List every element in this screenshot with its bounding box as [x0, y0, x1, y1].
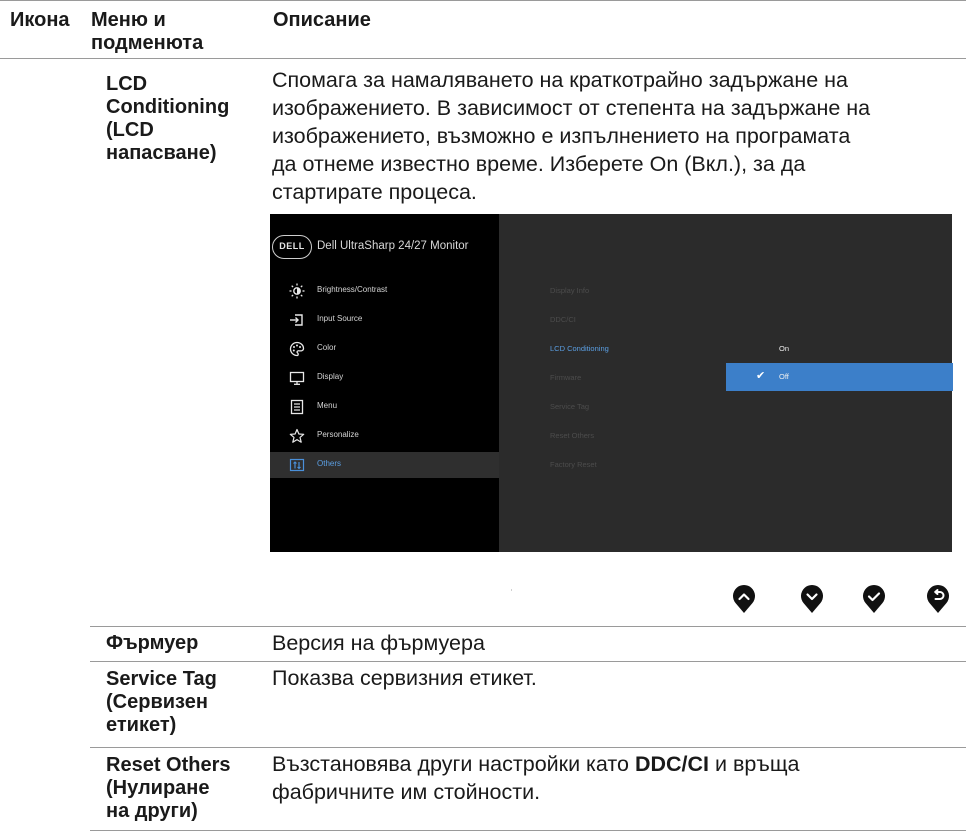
header-description: Описание	[273, 9, 371, 31]
display-monitor-icon	[289, 370, 305, 386]
osd-menu-brightness-contrast[interactable]: Brightness/Contrast	[270, 278, 499, 304]
osd-submenu-display-info[interactable]: Display Info	[550, 286, 589, 295]
osd-submenu-ddc-ci[interactable]: DDC/CI	[550, 315, 576, 324]
desc-line: изображението. В зависимост от степента …	[272, 96, 871, 120]
brightness-icon	[289, 283, 305, 299]
row-separator	[90, 830, 966, 831]
ddc-ci-term: DDC/CI	[634, 752, 710, 776]
color-palette-icon	[289, 341, 305, 357]
header-menu: Меню и подменюта	[91, 9, 204, 54]
reset-others-description: Възстановява други настройки като DDC/CI…	[272, 750, 799, 806]
others-icon	[289, 457, 305, 473]
desc-line: стартирате процеса.	[272, 180, 477, 204]
osd-option-off[interactable]: ✔ Off	[726, 363, 953, 391]
dell-logo: DELL	[272, 235, 312, 259]
firmware-description: Версия на фърмуера	[272, 631, 485, 655]
osd-submenu-firmware[interactable]: Firmware	[550, 373, 581, 382]
desc-line: Спомага за намаляването на краткотрайно …	[272, 68, 848, 92]
service-tag-name: Service Tag (Сервизен етикет)	[106, 668, 217, 737]
stray-mark	[511, 589, 512, 591]
name-line: Service Tag	[106, 668, 217, 690]
name-line: Conditioning	[106, 96, 230, 118]
check-button-icon[interactable]	[862, 584, 886, 614]
osd-option-label: On	[779, 344, 790, 353]
star-icon	[289, 428, 305, 444]
desc-line: Възстановява други настройки като DDC/CI…	[272, 750, 799, 778]
osd-menu-label: Personalize	[317, 430, 359, 439]
osd-menu-label: Brightness/Contrast	[317, 285, 388, 294]
desc-text: и връща	[715, 752, 800, 776]
osd-menu-input-source[interactable]: Input Source	[270, 307, 499, 333]
header-bottom-rule	[0, 58, 966, 59]
name-line: (LCD	[106, 119, 154, 141]
menu-list-icon	[289, 399, 305, 415]
osd-menu-menu[interactable]: Menu	[270, 394, 499, 420]
name-line: (Нулиране	[106, 777, 210, 799]
osd-header: DELL Dell UltraSharp 24/27 Monitor	[270, 214, 499, 276]
osd-title: Dell UltraSharp 24/27 Monitor	[317, 240, 469, 252]
osd-screenshot: DELL Dell UltraSharp 24/27 Monitor Brigh…	[270, 214, 953, 552]
table-top-rule	[0, 0, 966, 1]
service-tag-description: Показва сервизния етикет.	[272, 666, 537, 690]
name-line: етикет)	[106, 714, 177, 736]
row-separator	[90, 747, 966, 748]
osd-sidebar: DELL Dell UltraSharp 24/27 Monitor Brigh…	[270, 214, 499, 552]
name-line: напасване)	[106, 142, 217, 164]
osd-submenu-lcd-conditioning[interactable]: LCD Conditioning	[550, 344, 609, 353]
name-line: (Сервизен	[106, 691, 208, 713]
down-button-icon[interactable]	[800, 584, 824, 614]
back-button-icon[interactable]	[926, 584, 950, 614]
row-separator	[90, 661, 966, 662]
osd-submenu-factory-reset[interactable]: Factory Reset	[550, 460, 597, 469]
osd-submenu-service-tag[interactable]: Service Tag	[550, 402, 589, 411]
header-icon: Икона	[10, 9, 70, 31]
osd-menu-others[interactable]: Others	[270, 452, 499, 478]
name-line: на други)	[106, 800, 198, 822]
desc-line: изображението, възможно е изпълнението н…	[272, 124, 851, 148]
reset-others-name: Reset Others (Нулиране на други)	[106, 754, 231, 823]
osd-menu-label: Input Source	[317, 314, 363, 323]
row-separator	[90, 626, 966, 627]
osd-menu-display[interactable]: Display	[270, 365, 499, 391]
osd-submenu-reset-others[interactable]: Reset Others	[550, 431, 594, 440]
osd-menu-color[interactable]: Color	[270, 336, 499, 362]
desc-text: Възстановява други настройки като	[272, 752, 629, 776]
osd-menu-label: Display	[317, 372, 344, 381]
up-button-icon[interactable]	[732, 584, 756, 614]
osd-menu-label: Color	[317, 343, 337, 352]
osd-option-label: Off	[779, 372, 789, 381]
input-source-icon	[289, 312, 305, 328]
osd-option-on[interactable]: On	[726, 335, 953, 363]
desc-line: фабричните им стойности.	[272, 780, 541, 804]
osd-menu-label: Menu	[317, 401, 338, 410]
name-line: Reset Others	[106, 754, 231, 776]
osd-menu-personalize[interactable]: Personalize	[270, 423, 499, 449]
osd-menu-label: Others	[317, 459, 342, 468]
lcd-conditioning-description: Спомага за намаляването на краткотрайно …	[272, 66, 870, 206]
firmware-name: Фърмуер	[106, 632, 199, 654]
checkmark-icon: ✔	[756, 370, 766, 382]
lcd-conditioning-name: LCD Conditioning (LCD напасване)	[106, 73, 229, 165]
name-line: LCD	[106, 73, 148, 95]
desc-line: да отнеме известно време. Изберете On (В…	[272, 152, 806, 176]
